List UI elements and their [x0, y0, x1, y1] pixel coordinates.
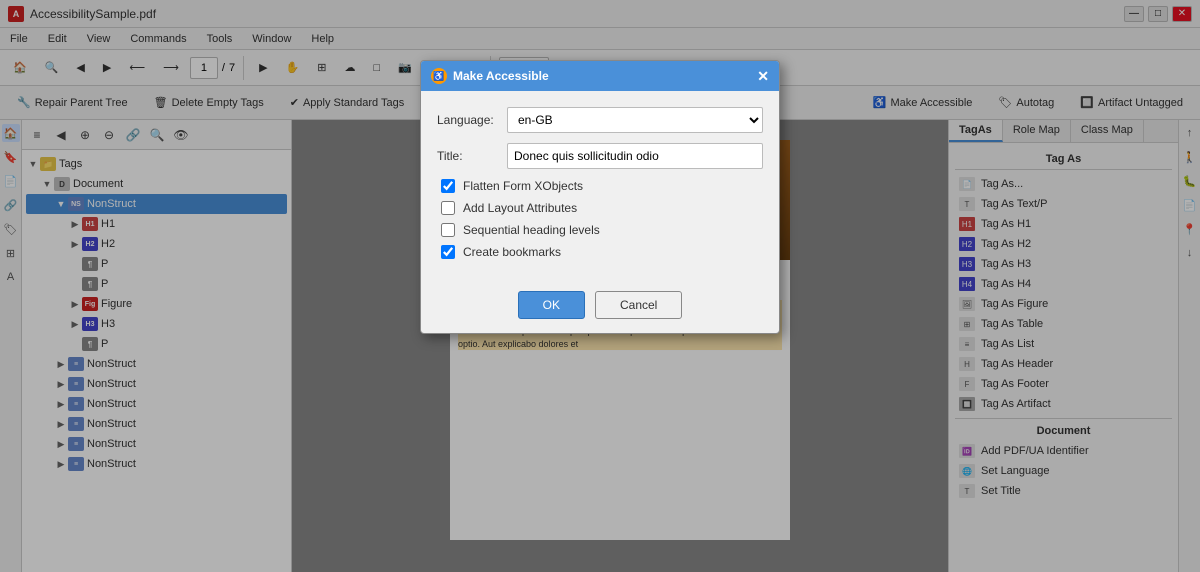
make-accessible-modal: ♿ Make Accessible ✕ Language: en-GB en-U… — [420, 60, 780, 334]
flatten-label: Flatten Form XObjects — [463, 179, 583, 193]
layout-checkbox-row: Add Layout Attributes — [437, 201, 763, 215]
language-label: Language: — [437, 113, 497, 127]
cancel-button[interactable]: Cancel — [595, 291, 682, 319]
title-field-label: Title: — [437, 149, 497, 163]
ok-button[interactable]: OK — [518, 291, 585, 319]
layout-label: Add Layout Attributes — [463, 201, 577, 215]
layout-checkbox[interactable] — [441, 201, 455, 215]
sequential-checkbox-row: Sequential heading levels — [437, 223, 763, 237]
modal-footer: OK Cancel — [421, 283, 779, 333]
modal-close-button[interactable]: ✕ — [757, 68, 769, 85]
modal-icon: ♿ — [431, 68, 447, 84]
flatten-checkbox[interactable] — [441, 179, 455, 193]
title-input[interactable] — [507, 143, 763, 169]
modal-language-row: Language: en-GB en-US fr-FR de-DE — [437, 107, 763, 133]
modal-body: Language: en-GB en-US fr-FR de-DE Title:… — [421, 91, 779, 283]
sequential-checkbox[interactable] — [441, 223, 455, 237]
modal-overlay: ♿ Make Accessible ✕ Language: en-GB en-U… — [0, 0, 1200, 572]
language-select[interactable]: en-GB en-US fr-FR de-DE — [507, 107, 763, 133]
bookmarks-label: Create bookmarks — [463, 245, 561, 259]
bookmarks-checkbox-row: Create bookmarks — [437, 245, 763, 259]
modal-title-left: ♿ Make Accessible — [431, 68, 549, 84]
flatten-checkbox-row: Flatten Form XObjects — [437, 179, 763, 193]
modal-title-row: Title: — [437, 143, 763, 169]
modal-titlebar: ♿ Make Accessible ✕ — [421, 61, 779, 91]
sequential-label: Sequential heading levels — [463, 223, 600, 237]
modal-title-text: Make Accessible — [453, 69, 549, 83]
bookmarks-checkbox[interactable] — [441, 245, 455, 259]
